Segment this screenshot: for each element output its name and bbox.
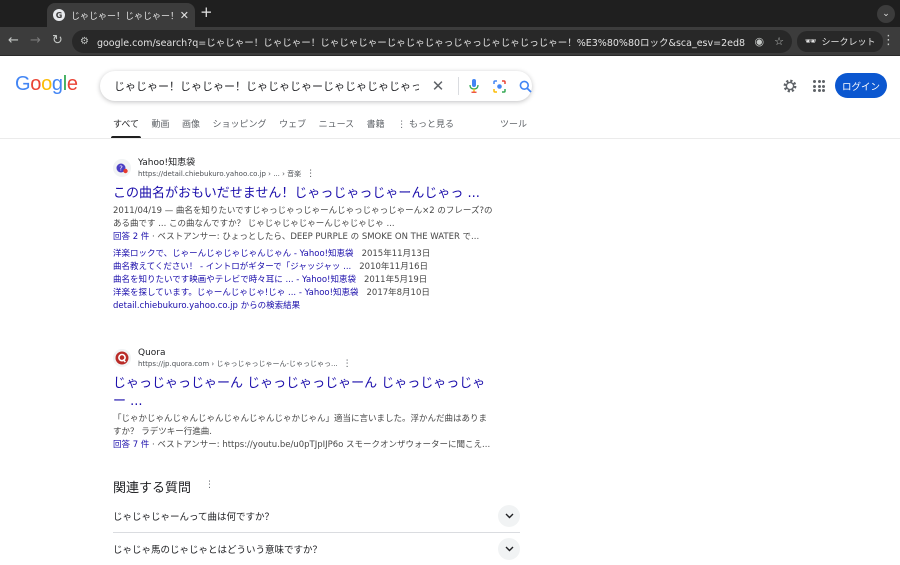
tab-images[interactable]: 画像 <box>182 117 200 130</box>
search-icon[interactable] <box>519 80 532 93</box>
chevron-down-icon[interactable] <box>498 505 520 527</box>
search-result-quora: Quora https://jp.quora.com › じゃっじゃっじゃーん-… <box>113 347 493 452</box>
incognito-label: シークレット <box>821 38 876 48</box>
result-answer-line: 回答 2 件 · ベストアンサー: ひょっとしたら、DEEP PURPLE の … <box>113 231 493 244</box>
result-snippet: 「じゃかじゃんじゃんじゃんじゃんじゃんじゃかじゃん」適当に言いました。浮かんだ曲… <box>113 414 488 437</box>
chevron-down-icon[interactable] <box>498 538 520 560</box>
result-site-name: Yahoo!知恵袋 <box>138 158 196 168</box>
answer-count-link[interactable]: 回答 2 件 <box>113 232 149 242</box>
bookmark-star-icon[interactable]: ☆ <box>774 35 784 48</box>
header-divider <box>0 138 900 139</box>
related-link-row: 曲名を知りたいです映画やテレビで時々耳に ... - Yahoo!知恵袋 201… <box>113 274 493 287</box>
browser-tab-strip: G じゃじゃー！じゃじゃー！じゃじゃ ✕ + ⌄ <box>0 0 900 27</box>
clear-icon[interactable]: ✕ <box>430 77 446 95</box>
logo-letter: g <box>51 73 63 95</box>
result-source[interactable]: Quora https://jp.quora.com › じゃっじゃっじゃーん-… <box>113 347 493 369</box>
related-question[interactable]: じゃじゃ馬のじゃじゃとはどういう意味ですか？ <box>113 533 520 565</box>
result-options-kebab-icon[interactable]: ⋮ <box>343 359 352 369</box>
search-tabs: すべて 動画 画像 ショッピング ウェブ ニュース 書籍 ⋮ もっと見る <box>110 117 467 139</box>
result-title-link[interactable]: じゃっじゃっじゃーん じゃっじゃっじゃーん じゃっじゃっじゃー ... <box>113 375 493 411</box>
related-link-row: 曲名教えてください！ - イントロがギターで「ジャッジャッ ... 2010年1… <box>113 261 493 274</box>
more-kebab-icon: ⋮ <box>397 120 410 130</box>
best-answer-text: · ベストアンサー: ひょっとしたら、DEEP PURPLE の SMOKE O… <box>149 232 480 242</box>
related-question-text: じゃじゃじゃーんって曲は何ですか？ <box>113 512 275 523</box>
tab-shopping[interactable]: ショッピング <box>213 117 267 130</box>
microphone-icon[interactable] <box>469 79 479 93</box>
result-source[interactable]: ? Yahoo!知恵袋 https://detail.chiebukuro.ya… <box>113 157 493 179</box>
related-link-date: 2017年8月10日 <box>366 288 430 298</box>
chevron-down-icon[interactable]: ⌄ <box>877 5 895 23</box>
search-input[interactable]: じゃじゃー！じゃじゃー！じゃじゃじゃーじゃじゃじゃじゃっじゃっじゃじゃじっじゃー… <box>114 78 419 94</box>
tab-more[interactable]: ⋮ もっと見る <box>397 117 454 130</box>
google-favicon-icon: G <box>53 9 65 21</box>
menu-kebab-icon[interactable]: ⋮ <box>882 33 895 48</box>
logo-letter: G <box>15 73 31 95</box>
result-title-link[interactable]: この曲名がおもいだせません！じゃっじゃっじゃーんじゃっ ... <box>113 185 493 203</box>
logo-letter: o <box>41 73 52 95</box>
yahoo-chiebukuro-favicon-icon: ? <box>113 159 131 177</box>
url-text[interactable]: google.com/search?q=じゃじゃー！じゃじゃー！じゃじゃじゃーじ… <box>97 35 745 49</box>
result-breadcrumb: https://detail.chiebukuro.yahoo.co.jp › … <box>138 170 302 178</box>
svg-text:?: ? <box>119 165 123 173</box>
tab-books[interactable]: 書籍 <box>367 117 385 130</box>
result-snippet: 2011/04/19 — 曲名を知りたいですじゃっじゃっじゃーんじゃっじゃっじゃ… <box>113 206 493 229</box>
more-results-from-site-link[interactable]: detail.chiebukuro.yahoo.co.jp からの検索結果 <box>113 300 493 313</box>
incognito-indicator[interactable]: 🕶 シークレット <box>797 31 884 52</box>
google-apps-icon[interactable] <box>813 80 825 92</box>
related-links-list: 洋楽ロックで、じゃーんじゃじゃじゃんじゃん - Yahoo!知恵袋 2015年1… <box>113 248 493 300</box>
related-link[interactable]: 曲名を知りたいです映画やテレビで時々耳に ... - Yahoo!知恵袋 <box>113 274 356 287</box>
google-lens-icon[interactable] <box>493 79 506 93</box>
login-button[interactable]: ログイン <box>835 73 887 98</box>
related-link-row: 洋楽を探しています。じゃーんじゃじゃ!じゃ ... - Yahoo!知恵袋 20… <box>113 287 493 300</box>
result-options-kebab-icon[interactable]: ⋮ <box>306 169 315 179</box>
search-result-yahoo: ? Yahoo!知恵袋 https://detail.chiebukuro.ya… <box>113 157 493 313</box>
logo-letter: o <box>30 73 42 95</box>
related-link-date: 2015年11月13日 <box>361 249 431 259</box>
incognito-icon: 🕶 <box>805 36 817 47</box>
related-link[interactable]: 洋楽を探しています。じゃーんじゃじゃ!じゃ ... - Yahoo!知恵袋 <box>113 287 359 300</box>
logo-letter: e <box>66 73 78 95</box>
result-answer-line: 回答 7 件 · ベストアンサー: https://youtu.be/u0pTJ… <box>113 439 493 452</box>
tab-videos[interactable]: 動画 <box>152 117 170 130</box>
best-answer-text: · ベストアンサー: https://youtu.be/u0pTJpIJP6o … <box>149 440 491 450</box>
tab-news[interactable]: ニュース <box>319 117 355 130</box>
forward-arrow-icon[interactable]: → <box>30 33 41 49</box>
browser-tab[interactable]: G じゃじゃー！じゃじゃー！じゃじゃ ✕ <box>47 3 195 27</box>
reload-icon[interactable]: ↻ <box>52 33 63 49</box>
answer-count-link[interactable]: 回答 7 件 <box>113 440 149 450</box>
site-info-icon[interactable]: ⚙ <box>80 36 89 47</box>
google-logo[interactable]: Google <box>15 73 78 96</box>
eye-slash-icon[interactable]: ◉ <box>755 35 765 48</box>
search-divider <box>458 77 459 95</box>
related-question[interactable]: じゃじゃじゃーんって曲は何ですか？ <box>113 500 520 532</box>
tab-more-label: もっと見る <box>409 120 455 130</box>
settings-gear-icon[interactable] <box>782 78 798 94</box>
tools-button[interactable]: ツール <box>500 117 527 130</box>
search-box[interactable]: じゃじゃー！じゃじゃー！じゃじゃじゃーじゃじゃじゃじゃっじゃっじゃじゃじっじゃー… <box>100 71 532 101</box>
quora-favicon-icon <box>113 349 131 367</box>
related-questions-kebab-icon[interactable]: ⋮ <box>205 480 214 490</box>
google-logo-letters: Google <box>15 73 78 95</box>
related-question-text: じゃじゃ馬のじゃじゃとはどういう意味ですか？ <box>113 545 323 556</box>
related-link[interactable]: 曲名教えてください！ - イントロがギターで「ジャッジャッ ... <box>113 261 351 274</box>
related-questions-heading: 関連する質問 <box>113 481 192 496</box>
tab-title: じゃじゃー！じゃじゃー！じゃじゃ <box>71 11 174 22</box>
close-icon[interactable]: ✕ <box>180 9 189 22</box>
browser-toolbar: ← → ↻ ⚙ google.com/search?q=じゃじゃー！じゃじゃー！… <box>0 27 900 56</box>
related-link[interactable]: 洋楽ロックで、じゃーんじゃじゃじゃんじゃん - Yahoo!知恵袋 <box>113 248 354 261</box>
tab-web[interactable]: ウェブ <box>279 117 306 130</box>
related-link-date: 2011年5月19日 <box>363 275 428 285</box>
result-site-name: Quora <box>138 348 166 358</box>
related-link-date: 2010年11月16日 <box>359 262 429 272</box>
tab-all[interactable]: すべて <box>110 117 142 139</box>
result-breadcrumb: https://jp.quora.com › じゃっじゃっじゃーん-じゃっじゃっ… <box>138 360 338 368</box>
new-tab-icon[interactable]: + <box>200 5 213 20</box>
address-bar[interactable]: ⚙ google.com/search?q=じゃじゃー！じゃじゃー！じゃじゃじゃ… <box>72 30 792 53</box>
related-link-row: 洋楽ロックで、じゃーんじゃじゃじゃんじゃん - Yahoo!知恵袋 2015年1… <box>113 248 493 261</box>
back-arrow-icon[interactable]: ← <box>8 33 19 49</box>
